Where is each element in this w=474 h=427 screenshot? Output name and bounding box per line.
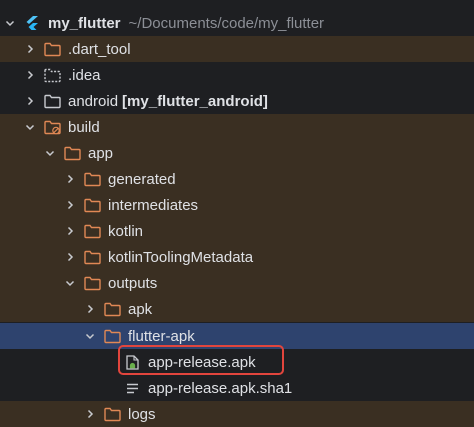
tree-label: android: [68, 92, 119, 110]
chevron-right-icon[interactable]: [64, 199, 76, 211]
tree-label: build: [68, 118, 100, 136]
tree-label: flutter-apk: [128, 327, 195, 345]
tree-row-my-flutter[interactable]: my_flutter ~/Documents/code/my_flutter: [0, 10, 474, 36]
tree-label: app: [88, 144, 114, 162]
tree-row-idea[interactable]: .idea: [0, 62, 474, 88]
tree-row-dart-tool[interactable]: .dart_tool: [0, 36, 474, 62]
tree-row-kotlin[interactable]: kotlin: [0, 218, 474, 244]
folder-icon: [44, 93, 62, 109]
folder-icon: [104, 328, 122, 344]
chevron-down-icon[interactable]: [44, 147, 56, 159]
settings-folder-icon: [44, 67, 62, 83]
tree-row-logs[interactable]: logs: [0, 401, 474, 427]
chevron-right-icon[interactable]: [24, 43, 36, 55]
folder-icon: [84, 223, 102, 239]
project-tree: my_flutter ~/Documents/code/my_flutter .…: [0, 0, 474, 427]
chevron-right-icon[interactable]: [64, 173, 76, 185]
chevron-right-icon[interactable]: [64, 225, 76, 237]
tree-label: app-release.apk: [148, 353, 256, 371]
tree-label: apk: [128, 300, 153, 318]
folder-icon: [84, 275, 102, 291]
tree-label: app-release.apk.sha1: [148, 379, 293, 397]
tree-row-flutter-apk[interactable]: flutter-apk: [0, 323, 474, 349]
tree-label: .idea: [68, 66, 101, 84]
text-file-icon: [124, 380, 142, 396]
tree-row-generated[interactable]: generated: [0, 166, 474, 192]
folder-icon: [84, 249, 102, 265]
chevron-down-icon[interactable]: [24, 121, 36, 133]
tree-label: intermediates: [108, 196, 199, 214]
chevron-right-icon[interactable]: [84, 408, 96, 420]
folder-icon: [84, 197, 102, 213]
project-name: my_flutter: [48, 14, 121, 32]
tree-label: generated: [108, 170, 176, 188]
excluded-folder-icon: [44, 119, 62, 135]
chevron-right-icon[interactable]: [24, 95, 36, 107]
tree-row-app-release-sha1[interactable]: app-release.apk.sha1: [0, 375, 474, 401]
chevron-down-icon[interactable]: [64, 277, 76, 289]
tree-row-app[interactable]: app: [0, 140, 474, 166]
chevron-down-icon[interactable]: [84, 330, 96, 342]
chevron-right-icon[interactable]: [24, 69, 36, 81]
tree-row-outputs[interactable]: outputs: [0, 270, 474, 296]
tree-row-android[interactable]: android [my_flutter_android]: [0, 88, 474, 114]
tree-row-build[interactable]: build: [0, 114, 474, 140]
tree-row-intermediates[interactable]: intermediates: [0, 192, 474, 218]
tree-label: kotlin: [108, 222, 144, 240]
tree-row-kotlin-tooling-metadata[interactable]: kotlinToolingMetadata: [0, 244, 474, 270]
folder-icon: [84, 171, 102, 187]
folder-icon: [104, 301, 122, 317]
tree-label: outputs: [108, 274, 158, 292]
tree-label: kotlinToolingMetadata: [108, 248, 254, 266]
android-apk-file-icon: [124, 354, 142, 370]
chevron-down-icon[interactable]: [4, 17, 16, 29]
flutter-icon: [24, 15, 42, 31]
tree-label: .dart_tool: [68, 40, 131, 58]
chevron-right-icon[interactable]: [84, 303, 96, 315]
folder-icon: [64, 145, 82, 161]
tree-row-apk[interactable]: apk: [0, 296, 474, 322]
project-path: ~/Documents/code/my_flutter: [128, 14, 325, 32]
chevron-right-icon[interactable]: [64, 251, 76, 263]
folder-icon: [44, 41, 62, 57]
tree-row-app-release-apk[interactable]: app-release.apk: [0, 349, 474, 375]
module-name: [my_flutter_android]: [122, 92, 268, 110]
